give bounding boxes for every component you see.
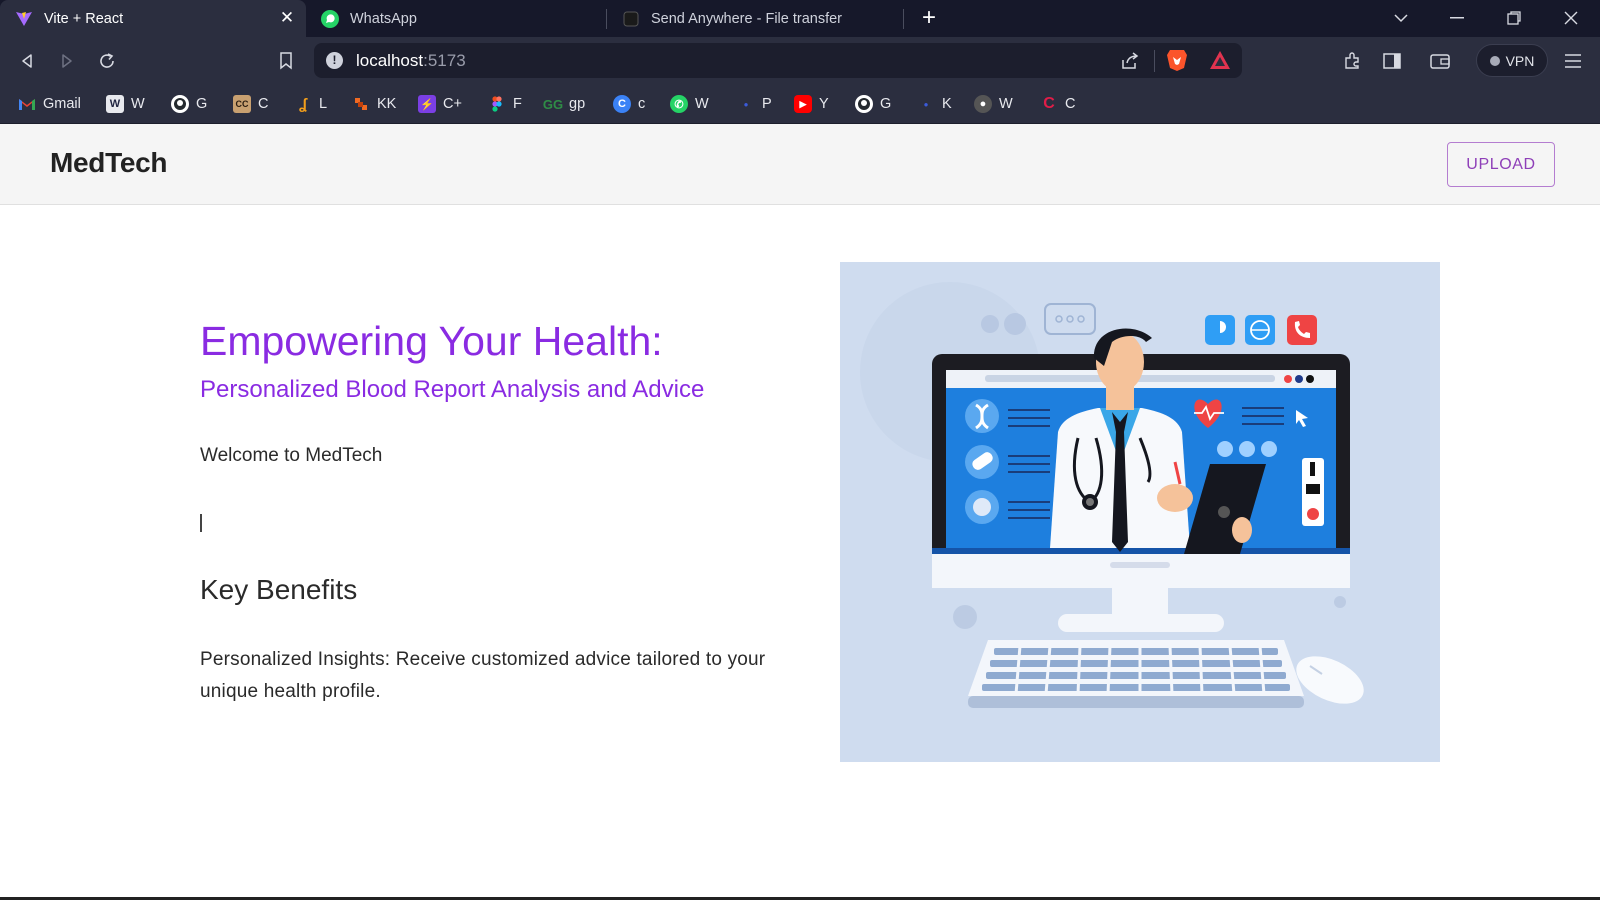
bookmark-bolt[interactable]: ⚡ C+ [418, 94, 462, 114]
browser-tab-bar: Vite + React ✕ WhatsApp Send Anywhere - … [0, 0, 1600, 37]
welcome-text: Welcome to MedTech [200, 445, 383, 466]
bookmark-w-dark[interactable]: ● W [974, 94, 1013, 114]
bookmark-figma[interactable]: F [488, 94, 522, 114]
brave-shields-icon[interactable] [1166, 48, 1188, 77]
k-icon: ● [923, 99, 929, 109]
hero-subtitle: Personalized Blood Report Analysis and A… [200, 376, 705, 403]
bookmark-c-circle[interactable]: C c [613, 94, 645, 114]
vpn-button[interactable]: VPN [1476, 44, 1548, 77]
upload-button[interactable]: UPLOAD [1447, 142, 1555, 187]
bookmark-cc[interactable]: CC C [233, 94, 268, 114]
browser-toolbar: ! localhost:5173 VPN [0, 37, 1600, 85]
bookmark-github-2[interactable]: G [855, 94, 891, 114]
leetcode-icon: ʆ [298, 95, 308, 113]
bookmark-whatsapp[interactable]: ✆ W [670, 94, 709, 114]
kk-icon [352, 95, 370, 113]
close-window-icon[interactable] [1556, 5, 1586, 31]
c-circle-icon: C [613, 95, 631, 113]
wallet-icon[interactable] [1428, 49, 1452, 73]
tab-title: WhatsApp [350, 10, 417, 27]
bookmark-p[interactable]: ● P [737, 94, 772, 114]
w-icon: W [106, 95, 124, 113]
whatsapp-icon: ✆ [670, 95, 688, 113]
back-icon[interactable] [15, 49, 39, 73]
tab-list-chevron-icon[interactable] [1386, 5, 1416, 31]
tab-title: Send Anywhere - File transfer [651, 10, 843, 27]
bookmark-gmail[interactable]: Gmail [18, 94, 81, 114]
doctor-illustration [840, 262, 1440, 762]
vpn-label: VPN [1505, 52, 1535, 69]
key-benefits-heading: Key Benefits [200, 574, 358, 605]
w-dark-icon: ● [974, 95, 992, 113]
extensions-icon[interactable] [1340, 49, 1364, 73]
c-red-icon: C [1043, 95, 1055, 112]
reload-icon[interactable] [95, 49, 119, 73]
sidebar-icon[interactable] [1380, 49, 1404, 73]
bookmark-leetcode[interactable]: ʆ L [294, 94, 327, 114]
vite-icon [14, 9, 34, 29]
brand-logo-text[interactable]: MedTech [50, 147, 167, 179]
close-tab-icon[interactable]: ✕ [278, 9, 296, 27]
tab-title: Vite + React [44, 10, 124, 27]
cc-icon: CC [233, 95, 251, 113]
tab-separator [903, 9, 904, 29]
github-icon [171, 95, 189, 113]
hero-title: Empowering Your Health: [200, 318, 663, 364]
gmail-icon [18, 95, 36, 113]
bookmark-gfg[interactable]: GG gp [542, 94, 585, 114]
app-header: MedTech UPLOAD [0, 124, 1600, 205]
youtube-icon: ▶ [794, 95, 812, 113]
bookmark-youtube[interactable]: ▶ Y [794, 94, 829, 114]
bookmark-icon[interactable] [274, 49, 298, 73]
bookmarks-bar: Gmail W W G CC C ʆ L KK ⚡ C+ F GG gp C c… [0, 85, 1600, 124]
p-icon: ● [743, 99, 749, 109]
site-info-icon[interactable]: ! [326, 52, 343, 69]
tab-whatsapp[interactable]: WhatsApp [306, 0, 606, 37]
bookmark-github[interactable]: G [171, 94, 207, 114]
share-icon[interactable] [1120, 51, 1140, 76]
figma-icon [488, 95, 506, 113]
github-icon [855, 95, 873, 113]
menu-icon[interactable] [1561, 49, 1585, 73]
url-text[interactable]: localhost:5173 [356, 51, 466, 71]
bookmark-c-red[interactable]: C C [1040, 94, 1075, 114]
new-tab-button[interactable]: + [916, 5, 942, 31]
whatsapp-icon [320, 9, 340, 29]
divider [1154, 50, 1155, 72]
bookmark-kk[interactable]: KK [352, 94, 396, 114]
restore-icon[interactable] [1499, 5, 1529, 31]
gp-icon: GG [542, 96, 564, 112]
tab-vite-react[interactable]: Vite + React ✕ [0, 0, 306, 37]
minimize-icon[interactable] [1442, 5, 1472, 31]
vpn-status-dot [1489, 55, 1500, 66]
typing-cursor [200, 514, 202, 532]
address-bar[interactable]: ! localhost:5173 [314, 43, 1242, 78]
bolt-icon: ⚡ [418, 95, 436, 113]
forward-icon[interactable] [55, 49, 79, 73]
bookmark-w[interactable]: W W [106, 94, 145, 114]
brave-rewards-icon[interactable] [1209, 50, 1231, 75]
key-benefit-item: Personalized Insights: Receive customize… [200, 649, 766, 702]
tab-send-anywhere[interactable]: Send Anywhere - File transfer [607, 0, 903, 37]
send-anywhere-icon [621, 9, 641, 29]
bookmark-k[interactable]: ● K [917, 94, 952, 114]
